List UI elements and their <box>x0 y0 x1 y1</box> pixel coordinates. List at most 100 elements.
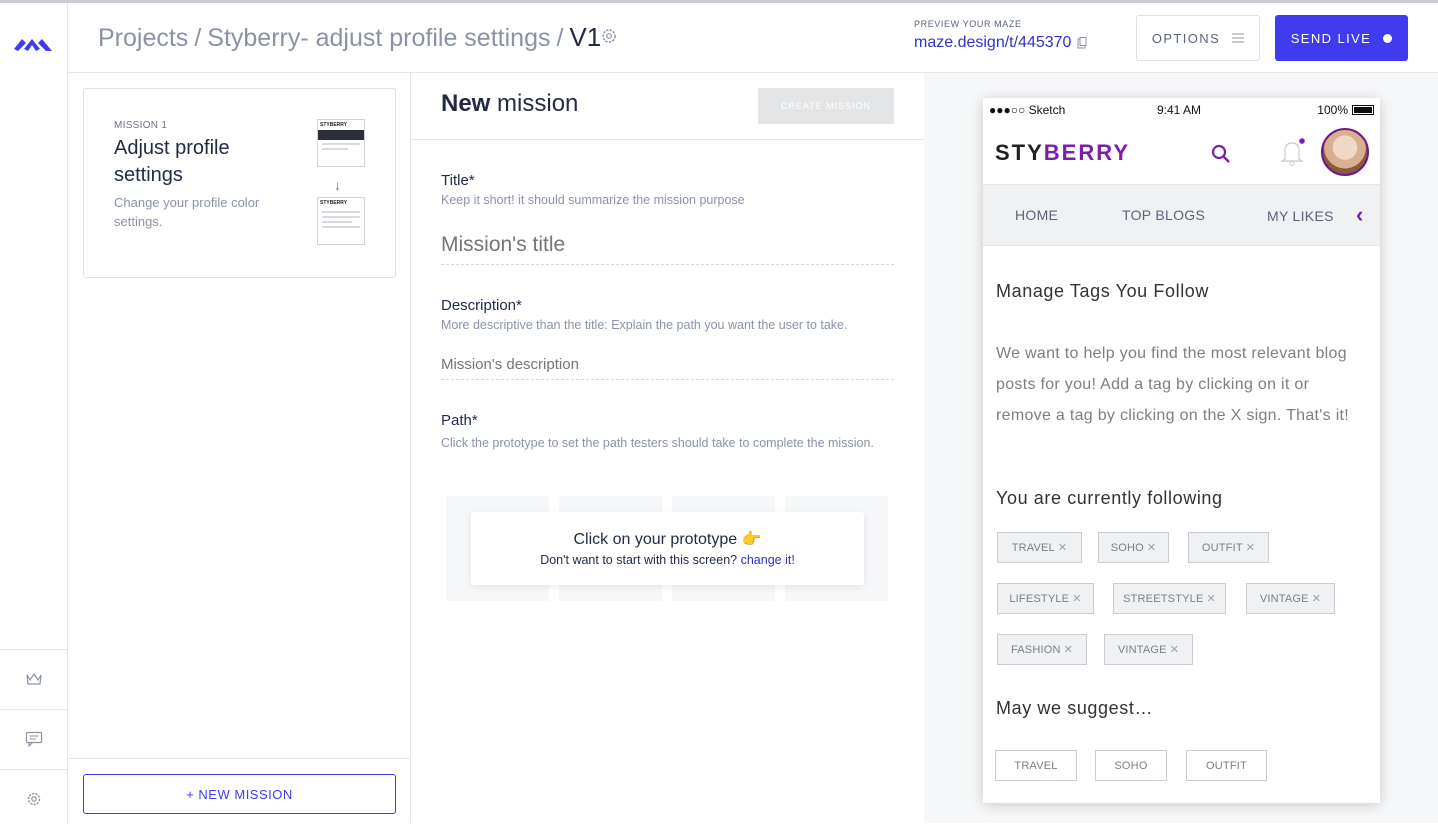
remove-tag-icon[interactable]: ✕ <box>1170 643 1179 656</box>
breadcrumb-version: V1 <box>569 22 602 52</box>
mission-description-input[interactable] <box>441 349 894 380</box>
search-icon[interactable] <box>1211 144 1231 164</box>
breadcrumb-projects[interactable]: Projects <box>98 24 188 52</box>
preview-label: PREVIEW YOUR MAZE <box>914 19 1022 29</box>
tag-label: LIFESTYLE <box>1009 592 1070 605</box>
following-tag[interactable]: OUTFIT ✕ <box>1188 532 1269 563</box>
following-tag[interactable]: STREETSTYLE ✕ <box>1113 583 1226 614</box>
prototype-preview-panel: ●●●○○ Sketch 9:41 AM 100% STYBERRY HOME … <box>924 73 1438 823</box>
phone-status-bar: ●●●○○ Sketch 9:41 AM 100% <box>983 98 1380 122</box>
mission-title: Adjust profile settings <box>114 137 230 186</box>
mission-title-input[interactable] <box>441 225 894 265</box>
send-live-label: SEND LIVE <box>1290 30 1372 46</box>
following-tag[interactable]: FASHION ✕ <box>997 634 1087 665</box>
crown-icon <box>25 672 42 685</box>
preview-url[interactable]: maze.design/t/445370 <box>914 34 1071 52</box>
remove-tag-icon[interactable]: ✕ <box>1312 592 1321 605</box>
description-help: More descriptive than the title: Explain… <box>441 318 848 332</box>
chevron-left-icon[interactable]: ‹ <box>1356 202 1363 228</box>
thumbnail-brand: STYBERRY <box>320 122 348 128</box>
breadcrumb-separator: / <box>194 24 202 52</box>
following-tag[interactable]: VINTAGE ✕ <box>1246 583 1335 614</box>
tag-label: STREETSTYLE <box>1123 592 1204 605</box>
battery-icon <box>1352 105 1374 115</box>
remove-tag-icon[interactable]: ✕ <box>1207 592 1216 605</box>
path-label: Path* <box>441 412 478 429</box>
change-screen-link[interactable]: change it! <box>741 553 795 567</box>
remove-tag-icon[interactable]: ✕ <box>1072 592 1081 605</box>
rail-settings-button[interactable] <box>0 769 67 828</box>
mission-card[interactable]: MISSION 1 Adjust profile settings Change… <box>83 88 396 278</box>
options-label: OPTIONS <box>1151 30 1221 46</box>
breadcrumb-separator: / <box>556 24 564 52</box>
following-tag[interactable]: LIFESTYLE ✕ <box>997 583 1094 614</box>
path-area[interactable]: Click on your prototype 👉 Don't want to … <box>446 496 889 601</box>
following-tag[interactable]: SOHO ✕ <box>1098 532 1169 563</box>
breadcrumb-project[interactable]: Styberry- adjust profile settings <box>207 24 550 52</box>
brand-part-2: BERRY <box>1043 140 1130 165</box>
left-rail <box>0 3 68 823</box>
nav-top-blogs[interactable]: TOP BLOGS <box>1122 207 1205 223</box>
mission-end-screen-thumbnail: STYBERRY <box>317 197 365 245</box>
tag-label: OUTFIT <box>1206 759 1247 772</box>
suggest-heading: May we suggest… <box>996 698 1154 718</box>
remove-tag-icon[interactable]: ✕ <box>1064 643 1073 656</box>
comment-icon <box>25 731 42 747</box>
brand-part-1: STY <box>995 140 1044 165</box>
carrier-text: ●●●○○ Sketch <box>989 103 1066 117</box>
path-card-title: Click on your prototype 👉 <box>573 531 762 548</box>
app-bar: STYBERRY <box>983 122 1380 185</box>
version-settings-gear-icon[interactable] <box>600 27 618 45</box>
brand-logo[interactable]: STYBERRY <box>995 140 1130 166</box>
tag-label: VINTAGE <box>1117 643 1167 656</box>
preview-link[interactable]: maze.design/t/445370 <box>914 34 1087 52</box>
following-tag[interactable]: VINTAGE ✕ <box>1104 634 1193 665</box>
form-heading: New mission <box>441 90 578 118</box>
tag-label: OUTFIT <box>1201 541 1243 554</box>
manage-tags-heading: Manage Tags You Follow <box>996 281 1210 301</box>
bell-icon[interactable] <box>1279 137 1307 167</box>
heading-bold: New <box>441 90 491 117</box>
tag-label: SOHO <box>1114 759 1148 772</box>
mission-start-screen-thumbnail: STYBERRY <box>317 119 365 167</box>
rail-feedback-button[interactable] <box>0 709 67 768</box>
description-label: Description* <box>441 297 522 314</box>
divider <box>68 758 410 759</box>
live-dot-icon <box>1383 33 1393 43</box>
thumbnail-brand: STYBERRY <box>320 200 348 206</box>
remove-tag-icon[interactable]: ✕ <box>1147 541 1156 554</box>
prototype-phone-screen[interactable]: ●●●○○ Sketch 9:41 AM 100% STYBERRY HOME … <box>983 98 1380 803</box>
mission-form-panel: New mission CREATE MISSION Title* Keep i… <box>411 73 924 823</box>
heading-rest: mission <box>497 90 579 117</box>
path-card-sub-text: Don't want to start with this screen? <box>540 553 738 567</box>
tag-label: SOHO <box>1110 541 1144 554</box>
path-card-subtitle: Don't want to start with this screen? ch… <box>471 553 864 567</box>
path-help: Click the prototype to set the path test… <box>441 436 874 450</box>
suggested-tag[interactable]: SOHO <box>1095 750 1167 781</box>
rail-upgrade-button[interactable] <box>0 649 67 708</box>
nav-my-likes[interactable]: MY LIKES <box>1267 208 1334 224</box>
nav-home[interactable]: HOME <box>1015 207 1058 223</box>
new-mission-button[interactable]: + NEW MISSION <box>83 774 396 814</box>
copy-icon[interactable] <box>1077 37 1087 49</box>
send-live-button[interactable]: SEND LIVE <box>1275 15 1408 61</box>
battery-percent: 100% <box>1317 103 1348 117</box>
following-heading: You are currently following <box>996 488 1223 508</box>
menu-lines-icon <box>1232 33 1245 43</box>
following-tag[interactable]: TRAVEL ✕ <box>997 532 1082 563</box>
avatar[interactable] <box>1321 128 1369 176</box>
create-mission-button[interactable]: CREATE MISSION <box>758 88 894 124</box>
arrow-down-icon: ↓ <box>334 177 341 193</box>
suggested-tag[interactable]: OUTFIT <box>1186 750 1267 781</box>
tag-label: VINTAGE <box>1259 592 1309 605</box>
remove-tag-icon[interactable]: ✕ <box>1058 541 1067 554</box>
preview-maze: PREVIEW YOUR MAZE maze.design/t/445370 <box>914 19 1087 52</box>
remove-tag-icon[interactable]: ✕ <box>1246 541 1255 554</box>
mission-description: Change your profile color settings. <box>114 195 260 229</box>
mission-number: MISSION 1 <box>114 120 168 131</box>
tag-label: FASHION <box>1010 643 1061 656</box>
maze-logo-icon[interactable] <box>12 33 54 55</box>
gear-icon <box>27 792 40 806</box>
options-button[interactable]: OPTIONS <box>1136 15 1260 61</box>
suggested-tag[interactable]: TRAVEL <box>995 750 1077 781</box>
